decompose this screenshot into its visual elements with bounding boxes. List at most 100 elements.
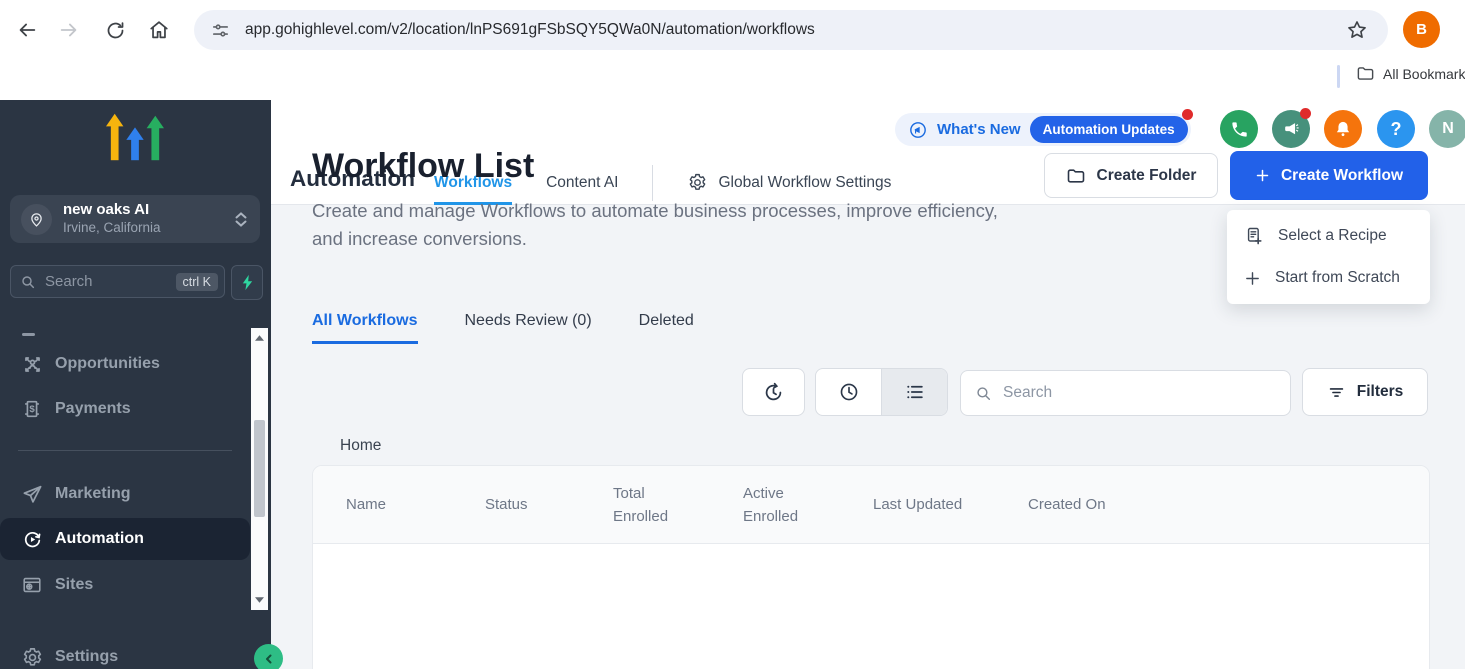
- column-name: Name: [313, 496, 485, 513]
- history-clock-icon: [762, 381, 785, 404]
- column-total-enrolled: Total Enrolled: [613, 482, 743, 528]
- address-bar[interactable]: app.gohighlevel.com/v2/location/lnPS691g…: [194, 10, 1388, 50]
- view-toggle: [815, 368, 948, 416]
- folder-icon: [1066, 166, 1086, 186]
- scrollbar-thumb[interactable]: [254, 420, 265, 517]
- menu-item-label: Select a Recipe: [1278, 227, 1387, 245]
- whats-new-pill[interactable]: What's New Automation Updates: [895, 113, 1191, 146]
- sidebar-collapse-button[interactable]: [254, 644, 283, 669]
- sidebar-item-label: Settings: [55, 648, 118, 666]
- sites-icon: [20, 573, 44, 597]
- browser-home-button[interactable]: [142, 13, 176, 47]
- automation-updates-badge[interactable]: Automation Updates: [1030, 116, 1188, 143]
- browser-reload-button[interactable]: [98, 13, 132, 47]
- phone-button[interactable]: [1220, 110, 1258, 148]
- gear-icon: [687, 172, 708, 193]
- list-view-button[interactable]: [881, 369, 947, 415]
- tab-needs-review[interactable]: Needs Review (0): [465, 312, 592, 344]
- gohighlevel-logo: [106, 112, 164, 162]
- arrow-right-icon: [58, 19, 80, 41]
- sidebar-item-settings[interactable]: Settings: [0, 636, 250, 669]
- site-settings-icon[interactable]: [211, 21, 230, 40]
- list-icon: [904, 381, 926, 403]
- browser-forward-button[interactable]: [52, 13, 86, 47]
- menu-item-select-a-recipe[interactable]: Select a Recipe: [1227, 215, 1430, 257]
- chevron-left-icon: [263, 653, 275, 665]
- menu-item-start-from-scratch[interactable]: Start from Scratch: [1227, 257, 1430, 299]
- quick-actions-button[interactable]: [231, 265, 263, 300]
- sidebar-item-opportunities[interactable]: Opportunities: [0, 343, 250, 385]
- avatar-initial: N: [1442, 120, 1454, 138]
- lightning-icon: [240, 274, 255, 291]
- bell-icon: [1333, 119, 1353, 139]
- clock-icon: [838, 381, 860, 403]
- location-pin-icon: [21, 204, 52, 235]
- breadcrumb[interactable]: Home: [340, 437, 381, 455]
- tab-all-workflows[interactable]: All Workflows: [312, 312, 418, 344]
- recent-view-button[interactable]: [816, 369, 881, 415]
- browser-back-button[interactable]: [10, 13, 44, 47]
- bookmarks-divider: [1337, 65, 1340, 88]
- notifications-button[interactable]: [1324, 110, 1362, 148]
- account-location: Irvine, California: [63, 220, 161, 237]
- sidebar-item-sites[interactable]: Sites: [0, 564, 250, 606]
- workflow-search[interactable]: [960, 370, 1291, 416]
- announcement-icon: [908, 120, 928, 140]
- menu-item-label: Start from Scratch: [1275, 269, 1400, 287]
- search-icon: [975, 385, 992, 402]
- global-workflow-settings-link[interactable]: Global Workflow Settings: [687, 172, 891, 193]
- announcements-button[interactable]: [1272, 110, 1310, 148]
- search-icon: [20, 274, 36, 290]
- browser-profile-avatar[interactable]: B: [1403, 11, 1440, 48]
- sidebar-scrollbar[interactable]: [251, 328, 268, 610]
- search-shortcut-badge: ctrl K: [176, 273, 218, 291]
- table-body: [313, 544, 1429, 669]
- sidebar-divider: [18, 450, 232, 451]
- notification-dot: [1300, 108, 1311, 119]
- create-workflow-button[interactable]: Create Workflow: [1230, 151, 1428, 200]
- home-icon: [148, 19, 170, 41]
- enrollment-history-button[interactable]: [742, 368, 805, 416]
- sidebar-search[interactable]: ctrl K: [10, 265, 225, 298]
- user-avatar[interactable]: N: [1429, 110, 1465, 148]
- sidebar-item-payments[interactable]: $ Payments: [0, 388, 250, 430]
- all-bookmarks-button[interactable]: All Bookmarks: [1356, 64, 1465, 83]
- workflow-list-subtitle: Create and manage Workflows to automate …: [312, 197, 1017, 253]
- sidebar-item-label: Payments: [55, 400, 131, 418]
- bookmark-star-icon[interactable]: [1346, 19, 1368, 41]
- table-header-row: Name Status Total Enrolled Active Enroll…: [313, 466, 1429, 544]
- sidebar-search-input[interactable]: [43, 272, 169, 291]
- megaphone-icon: [1282, 120, 1301, 139]
- reload-icon: [105, 20, 126, 41]
- sidebar-item-label: Automation: [55, 530, 144, 548]
- workflow-list-title: Workflow List: [312, 147, 534, 186]
- url-text: app.gohighlevel.com/v2/location/lnPS691g…: [245, 21, 815, 39]
- sidebar-item-marketing[interactable]: Marketing: [0, 473, 250, 515]
- column-active-enrolled: Active Enrolled: [743, 482, 873, 528]
- help-button[interactable]: ?: [1377, 110, 1415, 148]
- create-folder-label: Create Folder: [1097, 167, 1197, 185]
- sidebar: new oaks AI Irvine, California ctrl K Op…: [0, 100, 271, 669]
- sidebar-item-automation[interactable]: Automation: [0, 518, 250, 560]
- plus-icon: [1244, 270, 1261, 287]
- notification-dot: [1182, 109, 1193, 120]
- profile-initial: B: [1416, 21, 1427, 38]
- sidebar-item-label: Marketing: [55, 485, 131, 503]
- header-tabs-divider: [652, 165, 653, 201]
- arrow-left-icon: [16, 19, 38, 41]
- location-switcher[interactable]: new oaks AI Irvine, California: [10, 195, 260, 243]
- workflow-search-input[interactable]: [1001, 383, 1276, 403]
- filters-label: Filters: [1357, 383, 1404, 401]
- scroll-down-icon[interactable]: [251, 592, 268, 608]
- create-folder-button[interactable]: Create Folder: [1044, 153, 1218, 198]
- settings-icon: [20, 645, 44, 669]
- partial-nav-item: [22, 333, 35, 336]
- plus-icon: [1255, 168, 1270, 183]
- tab-deleted[interactable]: Deleted: [639, 312, 694, 344]
- chevron-up-down-icon: [235, 212, 247, 227]
- screen: app.gohighlevel.com/v2/location/lnPS691g…: [0, 0, 1465, 669]
- scroll-up-icon[interactable]: [251, 330, 268, 346]
- workflow-table: Name Status Total Enrolled Active Enroll…: [312, 465, 1430, 669]
- all-bookmarks-label: All Bookmarks: [1383, 66, 1465, 82]
- filters-button[interactable]: Filters: [1302, 368, 1428, 416]
